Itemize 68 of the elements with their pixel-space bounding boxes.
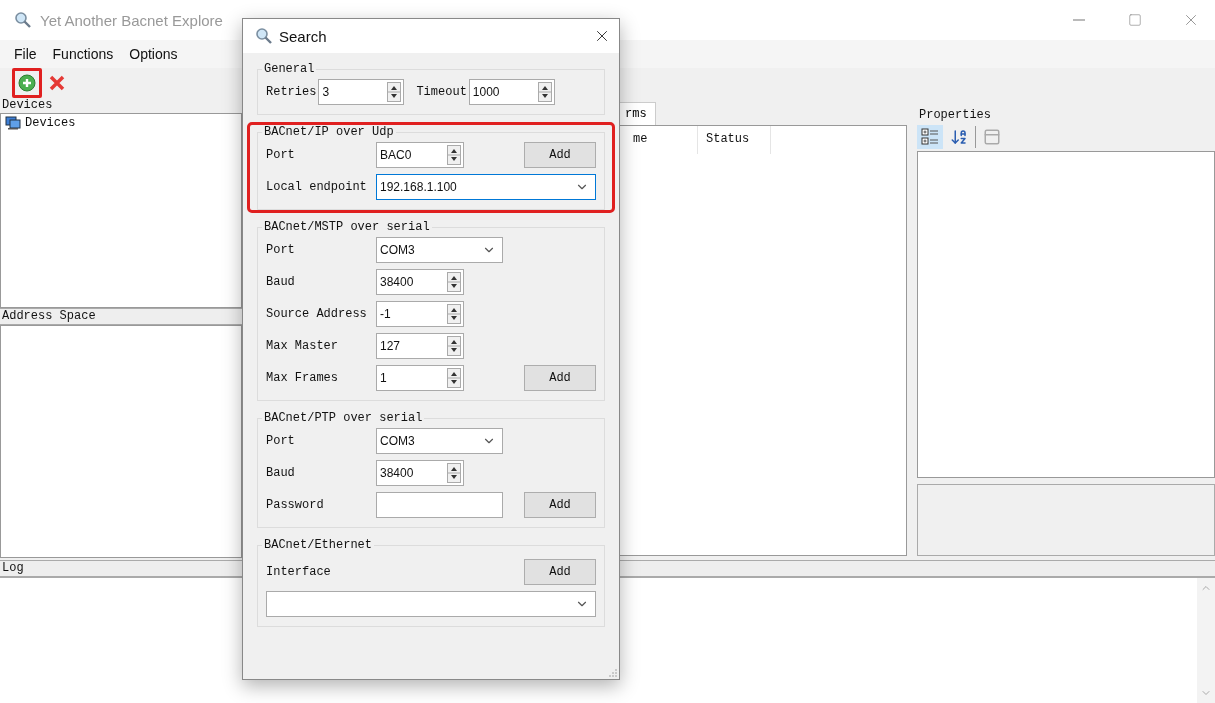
- group-title: BACnet/IP over Udp: [263, 125, 395, 139]
- group-title: BACnet/PTP over serial: [263, 411, 424, 425]
- dialog-title: Search: [279, 27, 328, 45]
- resize-grip-icon[interactable]: [609, 669, 617, 677]
- field-label: Timeout: [416, 85, 467, 99]
- page-icon: [983, 128, 1001, 146]
- spinner-icon[interactable]: [537, 82, 552, 102]
- field-label: Port: [266, 243, 296, 257]
- spinner-icon[interactable]: [447, 304, 461, 324]
- spin-field[interactable]: 1000: [468, 79, 555, 105]
- field-label: Password: [266, 498, 325, 512]
- tree-item[interactable]: Devices: [5, 116, 76, 130]
- spin-field[interactable]: 1: [376, 365, 464, 391]
- spinner-icon[interactable]: [447, 272, 461, 292]
- minimize-icon: [1073, 19, 1085, 21]
- spin-field[interactable]: 38400: [376, 269, 464, 295]
- dropdown-field[interactable]: 192.168.1.100: [376, 174, 596, 200]
- plus-icon: [18, 74, 36, 92]
- text-field[interactable]: [376, 492, 503, 518]
- field-label: Port: [266, 148, 296, 162]
- categorized-icon: [921, 128, 939, 146]
- dropdown-field[interactable]: COM3: [376, 237, 503, 263]
- field-label: Baud: [266, 275, 296, 289]
- add-button[interactable]: Add: [524, 559, 596, 585]
- sort-icon: [950, 128, 968, 146]
- spin-field[interactable]: 127: [376, 333, 464, 359]
- window-title: Yet Another Bacnet Explore: [40, 11, 224, 29]
- scrollbar[interactable]: [1197, 578, 1215, 703]
- add-button[interactable]: Add: [524, 492, 596, 518]
- field-label: Source Address: [266, 307, 368, 321]
- add-button[interactable]: Add: [524, 142, 596, 168]
- menu-item[interactable]: File: [6, 46, 45, 62]
- spinner-icon[interactable]: [447, 368, 461, 388]
- menu-item[interactable]: Functions: [44, 46, 122, 62]
- computer-icon: [5, 116, 21, 130]
- field-label: Interface: [266, 565, 331, 579]
- spin-field[interactable]: 38400: [376, 460, 464, 486]
- spin-field[interactable]: 3: [318, 79, 405, 105]
- group-title: General: [263, 62, 316, 76]
- field-label: Max Frames: [266, 371, 339, 385]
- field-label: Max Master: [266, 339, 339, 353]
- field-label: Baud: [266, 466, 296, 480]
- field-label: Local endpoint: [266, 180, 368, 194]
- pane-title: Log: [1, 561, 24, 576]
- app-icon: [14, 11, 32, 29]
- add-button[interactable]: [12, 68, 42, 98]
- add-button[interactable]: Add: [524, 365, 596, 391]
- spinner-icon[interactable]: [447, 336, 461, 356]
- menu-item[interactable]: Options: [121, 46, 186, 62]
- spinner-icon[interactable]: [387, 82, 402, 102]
- dropdown-field[interactable]: [266, 591, 596, 617]
- column-header[interactable]: Status: [698, 126, 771, 154]
- group-title: BACnet/Ethernet: [263, 538, 374, 552]
- pane-title: Properties: [918, 108, 992, 123]
- field-label: Port: [266, 434, 296, 448]
- group-title: BACnet/MSTP over serial: [263, 220, 431, 234]
- x-icon: [48, 74, 66, 92]
- spin-field[interactable]: BAC0: [376, 142, 464, 168]
- pane-title: Address Space: [1, 309, 96, 324]
- field-label: Retries: [266, 85, 317, 99]
- categorized-button[interactable]: [917, 125, 943, 149]
- dropdown-field[interactable]: COM3: [376, 428, 503, 454]
- search-icon: [255, 27, 273, 45]
- spinner-icon[interactable]: [447, 463, 461, 483]
- pane-title: Devices: [1, 98, 54, 113]
- maximize-icon: [1128, 13, 1142, 27]
- spin-field[interactable]: -1: [376, 301, 464, 327]
- spinner-icon[interactable]: [447, 145, 461, 165]
